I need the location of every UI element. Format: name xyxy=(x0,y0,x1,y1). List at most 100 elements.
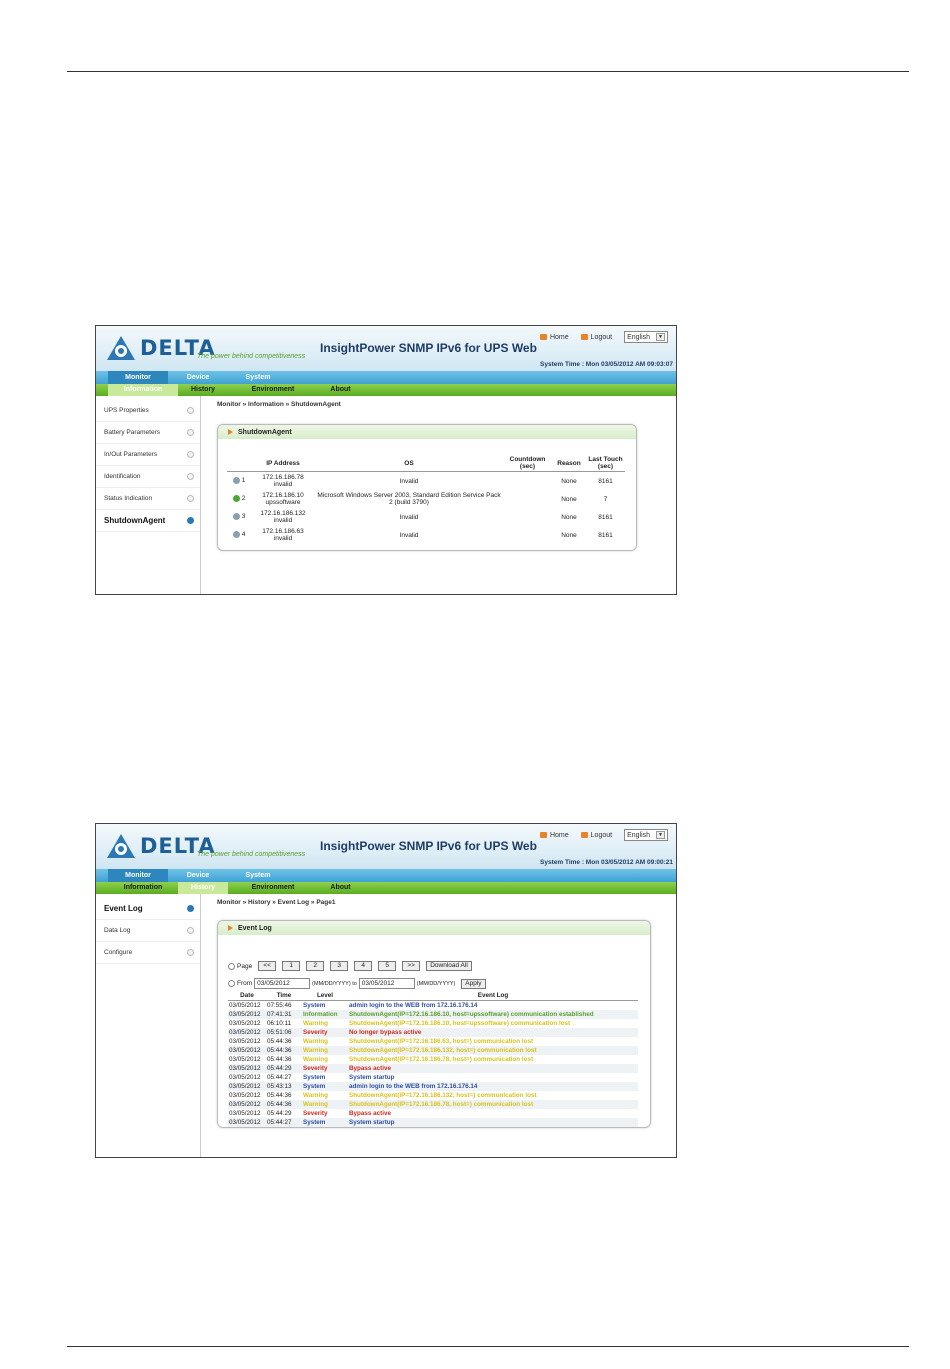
arrow-icon xyxy=(187,949,194,956)
table-row: 03/05/2012 05:44:36 Warning ShutdownAgent(I… xyxy=(228,1037,638,1046)
logout-link[interactable]: Logout xyxy=(580,832,612,839)
page-radio[interactable] xyxy=(228,962,235,970)
event-level: System xyxy=(303,1002,326,1009)
event-date: 03/05/2012 xyxy=(228,1028,266,1037)
page-first-button[interactable]: << xyxy=(258,961,277,971)
nav-system[interactable]: System xyxy=(228,869,288,882)
page-last-button[interactable]: >> xyxy=(402,961,421,971)
event-time: 05:44:36 xyxy=(267,1092,292,1099)
event-level: Warning xyxy=(302,1046,348,1055)
language-select[interactable]: English ▼ xyxy=(624,829,668,841)
last-touch-cell: 8161 xyxy=(598,513,613,521)
table-row: 03/05/2012 05:44:36 Warning ShutdownAgent(I… xyxy=(228,1046,638,1055)
tab-information[interactable]: Information xyxy=(108,882,178,894)
page-3-button[interactable]: 3 xyxy=(330,961,349,971)
event-level: Severity xyxy=(303,1110,328,1117)
home-link[interactable]: Home xyxy=(539,832,569,839)
tab-history[interactable]: History xyxy=(178,882,228,894)
last-touch-cell: 8161 xyxy=(598,477,613,485)
event-text: ShutdownAgent(IP=172.16.186.63, host=) c… xyxy=(349,1038,534,1045)
event-level: System xyxy=(303,1074,326,1081)
home-link[interactable]: Home xyxy=(539,334,569,341)
event-time: 05:44:36 xyxy=(267,1038,292,1045)
panel-title: Event Log xyxy=(238,924,272,932)
status-icon xyxy=(232,513,240,521)
to-date-input[interactable]: 03/05/2012 xyxy=(358,978,415,989)
tagline: The power behind competitiveness xyxy=(197,353,306,360)
countdown-cell xyxy=(503,508,552,526)
ip-address: 172.16.186.10 xyxy=(262,492,304,499)
date-range-radio[interactable] xyxy=(228,980,235,987)
os-cell: Invalid xyxy=(399,513,419,521)
table-row: 03/05/2012 05:51:06 Severity No longer bypa… xyxy=(228,1028,638,1037)
host-name: invalid xyxy=(273,535,293,542)
event-text: System startup xyxy=(348,1118,638,1127)
apply-button[interactable]: Apply xyxy=(461,978,486,989)
nav-monitor[interactable]: Monitor xyxy=(108,371,168,384)
nav-device[interactable]: Device xyxy=(168,869,228,882)
table-row: 1 172.16.186.78 invalid Invalid None 8161 xyxy=(227,472,625,491)
event-level: Information xyxy=(302,1010,348,1019)
event-time: 05:44:29 xyxy=(267,1110,292,1117)
sidebar-item-status-indication[interactable]: Status Indication xyxy=(96,488,200,510)
logout-link[interactable]: Logout xyxy=(580,334,612,341)
language-select[interactable]: English ▼ xyxy=(624,331,668,343)
tab-environment[interactable]: Environment xyxy=(228,384,318,396)
event-date: 03/05/2012 xyxy=(228,1118,266,1127)
reason-cell: None xyxy=(561,477,577,485)
arrow-icon xyxy=(187,407,194,414)
event-level: System xyxy=(302,1118,348,1127)
tab-environment[interactable]: Environment xyxy=(228,882,318,894)
event-date: 03/05/2012 xyxy=(229,1020,261,1027)
table-row: 3 172.16.186.132 invalid Invalid None 8161 xyxy=(227,508,625,526)
tab-about[interactable]: About xyxy=(318,384,363,396)
table-row: 03/05/2012 05:44:29 Severity Bypass active xyxy=(228,1064,638,1073)
event-date: 03/05/2012 xyxy=(229,1002,261,1009)
app-title: InsightPower SNMP IPv6 for UPS Web xyxy=(320,341,537,355)
col-time: Time xyxy=(266,991,302,1001)
sidebar-item-ups-properties[interactable]: UPS Properties xyxy=(96,400,200,422)
page-1-button[interactable]: 1 xyxy=(282,961,301,971)
screenshot-shutdownagent: DELTA The power behind competitiveness I… xyxy=(95,325,677,595)
app-title: InsightPower SNMP IPv6 for UPS Web xyxy=(320,839,537,853)
tab-information[interactable]: Information xyxy=(108,384,178,396)
from-date-input[interactable]: 03/05/2012 xyxy=(254,978,311,989)
page-5-button[interactable]: 5 xyxy=(378,961,397,971)
download-all-button[interactable]: Download All xyxy=(426,961,472,971)
tab-about[interactable]: About xyxy=(318,882,363,894)
nav-device[interactable]: Device xyxy=(168,371,228,384)
sidebar-item-identification[interactable]: Identification xyxy=(96,466,200,488)
event-date: 03/05/2012 xyxy=(228,1082,266,1091)
col-level: Level xyxy=(302,991,348,1001)
page-2-button[interactable]: 2 xyxy=(306,961,325,971)
sidebar: UPS Properties Battery Parameters In/Out… xyxy=(96,396,201,594)
ip-address: 172.16.186.63 xyxy=(262,528,304,535)
sidebar-item-battery-parameters[interactable]: Battery Parameters xyxy=(96,422,200,444)
page-4-button[interactable]: 4 xyxy=(354,961,373,971)
sidebar-item-inout-parameters[interactable]: In/Out Parameters xyxy=(96,444,200,466)
home-icon xyxy=(539,334,547,340)
last-touch-cell: 7 xyxy=(603,495,608,503)
page-controls: Page << 1 2 3 4 5 >> Download All xyxy=(228,961,650,971)
event-level: System xyxy=(302,1082,348,1091)
event-text: admin login to the WEB from 172.16.176.1… xyxy=(348,1082,638,1091)
sub-nav: Information History Environment About xyxy=(96,384,676,396)
sidebar-item-shutdownagent[interactable]: ShutdownAgent xyxy=(96,510,200,532)
table-row: 03/05/2012 05:44:29 Severity Bypass active xyxy=(228,1109,638,1118)
sidebar-item-data-log[interactable]: Data Log xyxy=(96,920,200,942)
col-event-log: Event Log xyxy=(348,991,638,1001)
event-time: 05:51:06 xyxy=(266,1028,302,1037)
nav-monitor[interactable]: Monitor xyxy=(108,869,168,882)
status-icon xyxy=(232,495,240,503)
status-icon xyxy=(232,477,240,485)
sidebar-item-configure[interactable]: Configure xyxy=(96,942,200,964)
table-row: 03/05/2012 05:44:27 System System startup xyxy=(228,1073,638,1082)
event-log-panel: Event Log Page << 1 2 3 4 5 >> Download … xyxy=(217,920,651,1128)
event-level: Warning xyxy=(303,1092,328,1099)
event-date: 03/05/2012 xyxy=(229,1074,261,1081)
nav-system[interactable]: System xyxy=(228,371,288,384)
table-row: 03/05/2012 07:55:46 System admin login to t… xyxy=(228,1001,638,1011)
tab-history[interactable]: History xyxy=(178,384,228,396)
sidebar-item-event-log[interactable]: Event Log xyxy=(96,898,200,920)
col-ip-address: IP Address xyxy=(251,455,315,472)
